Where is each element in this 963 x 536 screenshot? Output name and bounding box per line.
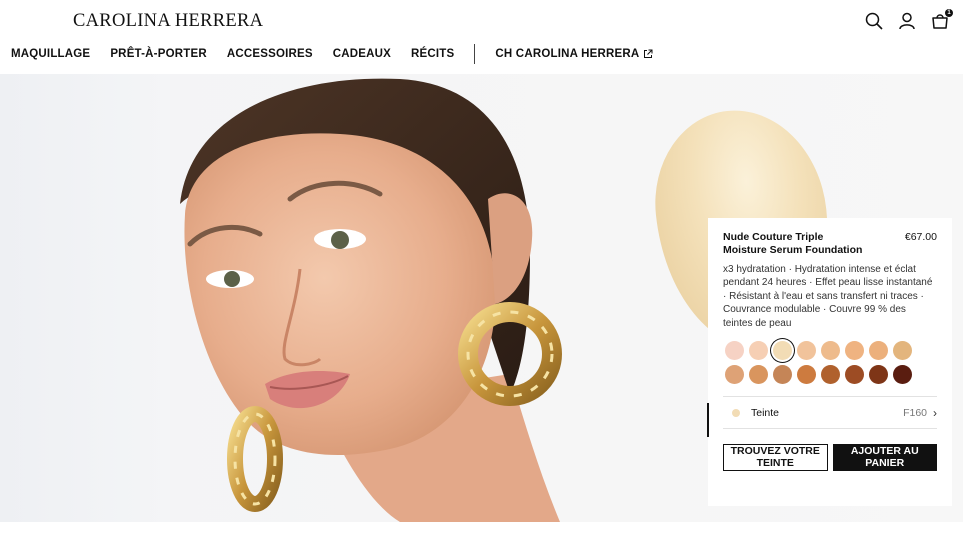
shade-swatch[interactable]: [845, 365, 864, 385]
teinte-code: F160: [903, 406, 927, 419]
product-actions: TROUVEZ VOTRE TEINTE AJOUTER AU PANIER: [723, 444, 937, 472]
shade-swatch[interactable]: [869, 365, 888, 385]
add-to-cart-button[interactable]: AJOUTER AU PANIER: [832, 444, 937, 472]
site-header: CAROLINA HERRERA 1 MAQUILLAGE PRÊT-À-POR…: [0, 0, 963, 74]
teinte-label: Teinte: [751, 406, 780, 419]
shade-swatch[interactable]: [821, 365, 840, 385]
shade-swatch[interactable]: [773, 365, 792, 385]
product-header: Nude Couture Triple Moisture Serum Found…: [723, 231, 937, 256]
find-shade-button[interactable]: TROUVEZ VOTRE TEINTE: [723, 444, 828, 472]
shade-swatch[interactable]: [869, 341, 888, 361]
shade-selector: [723, 341, 937, 385]
main-nav: MAQUILLAGE PRÊT-À-PORTER ACCESSOIRES CAD…: [11, 44, 673, 64]
shade-swatch[interactable]: [749, 341, 768, 361]
teinte-color-dot: [732, 408, 740, 417]
nav-divider: [474, 44, 476, 64]
shade-swatch[interactable]: [773, 341, 792, 361]
header-icons: 1: [865, 9, 953, 30]
shade-swatch[interactable]: [797, 341, 816, 361]
teinte-active-indicator: [707, 403, 709, 438]
hero-background: [0, 74, 170, 522]
chevron-right-icon: ›: [933, 405, 937, 420]
shade-swatch[interactable]: [893, 341, 912, 361]
nav-item-pret-a-porter[interactable]: PRÊT-À-PORTER: [110, 48, 207, 60]
cart-count-badge: 1: [945, 9, 953, 17]
nav-external-label: CH CAROLINA HERRERA: [495, 48, 640, 60]
shade-swatch[interactable]: [797, 365, 816, 385]
shade-swatch[interactable]: [893, 365, 912, 385]
shade-swatch[interactable]: [821, 341, 840, 361]
cart-button[interactable]: 1: [931, 9, 953, 30]
account-icon[interactable]: [898, 12, 916, 30]
teinte-selector[interactable]: Teinte F160 ›: [707, 396, 937, 438]
model-portrait-image: [180, 78, 562, 522]
external-link-icon: [644, 49, 653, 58]
nav-item-cadeaux[interactable]: CADEAUX: [333, 48, 391, 60]
brand-logo[interactable]: CAROLINA HERRERA: [73, 11, 263, 32]
product-price: €67.00: [904, 231, 937, 243]
nav-item-recits[interactable]: RÉCITS: [411, 48, 454, 60]
nav-item-ch-external[interactable]: CH CAROLINA HERRERA: [495, 48, 653, 60]
shade-swatch[interactable]: [749, 365, 768, 385]
shade-swatch[interactable]: [725, 365, 744, 385]
shade-swatch[interactable]: [725, 341, 744, 361]
nav-item-maquillage[interactable]: MAQUILLAGE: [11, 48, 90, 60]
nav-item-accessoires[interactable]: ACCESSOIRES: [227, 48, 313, 60]
search-icon[interactable]: [865, 12, 883, 30]
product-description: x3 hydratation · Hydratation intense et …: [723, 264, 933, 329]
shade-swatch[interactable]: [845, 341, 864, 361]
product-name[interactable]: Nude Couture Triple Moisture Serum Found…: [723, 231, 863, 256]
product-card: Nude Couture Triple Moisture Serum Found…: [707, 218, 952, 506]
